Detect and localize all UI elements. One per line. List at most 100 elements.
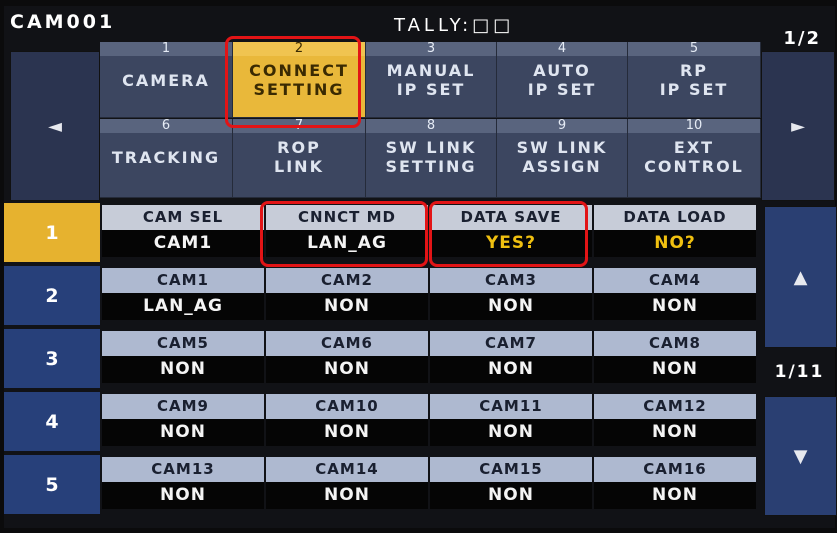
camera-cell[interactable]: CAM5 NON xyxy=(102,331,264,385)
scroll-down-button[interactable]: ▼ xyxy=(764,396,837,516)
menu-button-rp-ip-set[interactable]: 5 RP IP SET xyxy=(628,42,761,118)
camera-cell[interactable]: CAM14 NON xyxy=(266,457,428,511)
menu-number: 5 xyxy=(628,42,760,56)
row-number: 4 xyxy=(4,392,100,451)
cell-header: CAM SEL xyxy=(102,205,264,230)
menu-button-camera[interactable]: 1 CAMERA xyxy=(100,42,233,118)
table-row[interactable]: 4 CAM9 NON CAM10 NON CAM11 NON CAM12 NON xyxy=(4,392,761,451)
menu-number: 6 xyxy=(100,119,232,133)
menu-button-auto-ip-set[interactable]: 4 AUTO IP SET xyxy=(497,42,628,118)
cell-value: NON xyxy=(430,356,592,383)
highlight-data-save xyxy=(429,201,588,267)
cell-value: NON xyxy=(266,482,428,509)
menu-page-indicator: 1/2 xyxy=(783,28,821,49)
cell-value: NON xyxy=(266,356,428,383)
highlight-connect-mode xyxy=(260,201,428,267)
cell-value: NON xyxy=(594,293,756,320)
menu-label: ROP LINK xyxy=(274,138,324,176)
camera-cell[interactable]: CAM12 NON xyxy=(594,394,756,448)
cell-header: CAM10 xyxy=(266,394,428,419)
data-load-cell[interactable]: DATA LOAD NO? xyxy=(594,205,756,259)
camera-cell[interactable]: CAM1 LAN_AG xyxy=(102,268,264,322)
menu-label: RP IP SET xyxy=(659,61,729,99)
camera-cell[interactable]: CAM2 NON xyxy=(266,268,428,322)
menu-button-sw-link-assign[interactable]: 9 SW LINK ASSIGN xyxy=(497,119,628,198)
cell-header: CAM9 xyxy=(102,394,264,419)
arrow-right-icon: ► xyxy=(791,115,805,137)
cell-value: NON xyxy=(102,356,264,383)
camera-cell[interactable]: CAM4 NON xyxy=(594,268,756,322)
camera-cell[interactable]: CAM3 NON xyxy=(430,268,592,322)
menu-next-button[interactable]: ► xyxy=(761,51,835,201)
camera-cell[interactable]: CAM13 NON xyxy=(102,457,264,511)
menu-label: CAMERA xyxy=(122,70,210,90)
menu-button-tracking[interactable]: 6 TRACKING xyxy=(100,119,233,198)
cell-value: NON xyxy=(430,293,592,320)
camera-cell[interactable]: CAM9 NON xyxy=(102,394,264,448)
list-page-indicator: 1/11 xyxy=(764,350,835,394)
menu-label: SW LINK ASSIGN xyxy=(516,138,608,176)
cell-header: CAM2 xyxy=(266,268,428,293)
camera-control-screen: CAM001 TALLY:□□ 1/2 ◄ ► 1 CAMERA 2 CONNE… xyxy=(4,6,837,528)
cell-value: NON xyxy=(594,482,756,509)
highlight-connect-setting xyxy=(225,36,361,128)
menu-number: 9 xyxy=(497,119,627,133)
cell-value: NON xyxy=(594,356,756,383)
camera-cell[interactable]: CAM7 NON xyxy=(430,331,592,385)
cell-header: CAM15 xyxy=(430,457,592,482)
row-number: 2 xyxy=(4,266,100,325)
arrow-up-icon: ▲ xyxy=(793,266,808,288)
camera-cell[interactable]: CAM11 NON xyxy=(430,394,592,448)
menu-button-sw-link-setting[interactable]: 8 SW LINK SETTING xyxy=(366,119,497,198)
cell-value: NON xyxy=(594,419,756,446)
camera-cell[interactable]: CAM6 NON xyxy=(266,331,428,385)
cell-header: CAM1 xyxy=(102,268,264,293)
cell-value: NON xyxy=(102,482,264,509)
menu-label: SW LINK SETTING xyxy=(385,138,477,176)
cell-value: NON xyxy=(430,419,592,446)
cell-value: CAM1 xyxy=(102,230,264,257)
menu-label: AUTO IP SET xyxy=(527,61,597,99)
cell-value: NON xyxy=(102,419,264,446)
camera-cell[interactable]: CAM8 NON xyxy=(594,331,756,385)
row-number: 5 xyxy=(4,455,100,514)
cell-header: CAM6 xyxy=(266,331,428,356)
menu-label: EXT CONTROL xyxy=(644,138,744,176)
cell-value: LAN_AG xyxy=(102,293,264,320)
cell-value: NON xyxy=(266,293,428,320)
menu-number: 10 xyxy=(628,119,760,133)
menu-prev-button[interactable]: ◄ xyxy=(10,51,100,201)
cell-header: CAM7 xyxy=(430,331,592,356)
menu-button-ext-control[interactable]: 10 EXT CONTROL xyxy=(628,119,761,198)
menu-label: MANUAL IP SET xyxy=(386,61,476,99)
cell-value: NON xyxy=(266,419,428,446)
cell-value: NON xyxy=(430,482,592,509)
camera-id: CAM001 xyxy=(10,11,116,33)
menu-number: 8 xyxy=(366,119,496,133)
cell-header: CAM5 xyxy=(102,331,264,356)
tally-indicator: TALLY:□□ xyxy=(394,15,515,36)
menu-number: 1 xyxy=(100,42,232,56)
menu-button-rop-link[interactable]: 7 ROP LINK xyxy=(233,119,366,198)
table-row[interactable]: 2 CAM1 LAN_AG CAM2 NON CAM3 NON CAM4 NON xyxy=(4,266,761,325)
camera-cell[interactable]: CAM15 NON xyxy=(430,457,592,511)
arrow-down-icon: ▼ xyxy=(793,445,808,467)
table-row[interactable]: 3 CAM5 NON CAM6 NON CAM7 NON CAM8 NON xyxy=(4,329,761,388)
top-status-bar: CAM001 TALLY:□□ 1/2 xyxy=(4,6,835,49)
menu-button-manual-ip-set[interactable]: 3 MANUAL IP SET xyxy=(366,42,497,118)
cell-header: CAM16 xyxy=(594,457,756,482)
cell-header: CAM14 xyxy=(266,457,428,482)
cam-sel-cell[interactable]: CAM SEL CAM1 xyxy=(102,205,264,259)
cell-header: CAM8 xyxy=(594,331,756,356)
menu-label: TRACKING xyxy=(111,147,221,167)
cell-value: NO? xyxy=(594,230,756,257)
arrow-left-icon: ◄ xyxy=(48,115,62,137)
menu-number: 3 xyxy=(366,42,496,56)
scroll-up-button[interactable]: ▲ xyxy=(764,206,837,348)
camera-cell[interactable]: CAM16 NON xyxy=(594,457,756,511)
table-row[interactable]: 5 CAM13 NON CAM14 NON CAM15 NON CAM16 NO… xyxy=(4,455,761,514)
cell-header: DATA LOAD xyxy=(594,205,756,230)
menu-number: 4 xyxy=(497,42,627,56)
camera-cell[interactable]: CAM10 NON xyxy=(266,394,428,448)
cell-header: CAM12 xyxy=(594,394,756,419)
